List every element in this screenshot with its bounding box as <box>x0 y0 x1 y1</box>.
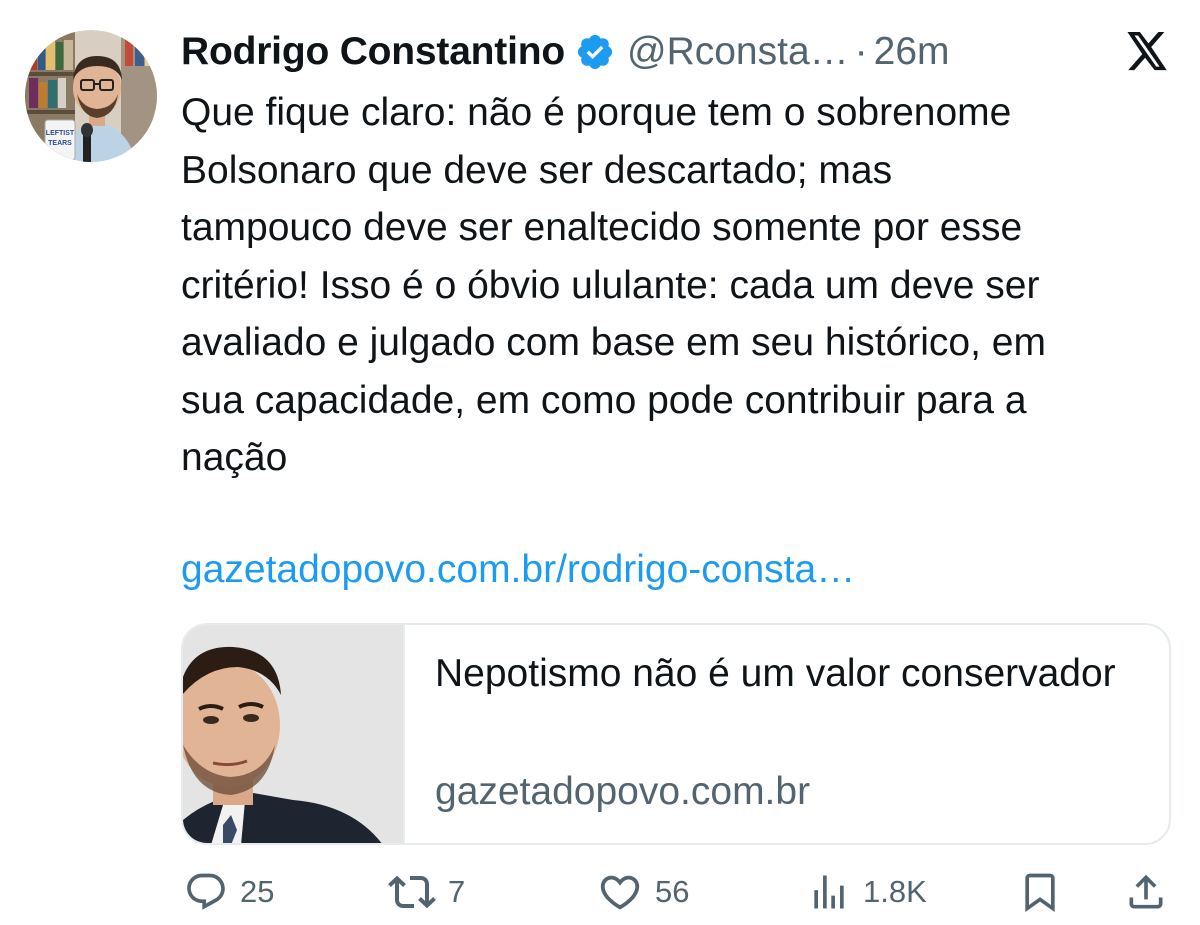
card-thumbnail <box>183 625 405 843</box>
views-count: 1.8K <box>863 874 927 909</box>
tweet-link[interactable]: gazetadopovo.com.br/rodrigo-consta… <box>181 548 855 592</box>
tweet-text-line: tampouco deve ser enaltecido somente por… <box>181 206 1023 249</box>
author-avatar[interactable]: LEFTIST TEARS <box>25 30 157 162</box>
tweet-text-line: Que fique claro: não é porque tem o sobr… <box>181 91 1012 134</box>
tweet-text-line: avaliado e julgado com base em seu histó… <box>181 321 1046 364</box>
author-handle[interactable]: @Rconsta… <box>627 30 849 74</box>
share-button[interactable] <box>1124 862 1168 922</box>
reply-icon <box>184 870 228 914</box>
tweet-text-line: nação <box>181 436 288 479</box>
reply-button[interactable]: 25 <box>184 862 274 922</box>
views-button[interactable]: 1.8K <box>807 862 927 922</box>
tweet-timestamp[interactable]: 26m <box>874 30 950 74</box>
repost-button[interactable]: 7 <box>388 862 465 922</box>
x-logo-icon[interactable] <box>1124 32 1170 72</box>
tweet-action-bar: 25 7 56 1.8K <box>0 862 1200 922</box>
card-title[interactable]: Nepotismo não é um valor conservador <box>435 647 1135 700</box>
bookmark-button[interactable] <box>1018 862 1062 922</box>
separator-dot: · <box>854 30 868 73</box>
like-button[interactable]: 56 <box>597 862 689 922</box>
tweet-text-line: sua capacidade, em como pode contribuir … <box>181 378 1027 422</box>
avatar-mug-text-1: LEFTIST <box>46 130 75 137</box>
tweet-header: Rodrigo Constantino @Rconsta… · 26m <box>181 27 950 77</box>
repost-count: 7 <box>448 874 466 909</box>
heart-icon <box>597 869 643 915</box>
link-preview-card[interactable]: Nepotismo não é um valor conservador gaz… <box>181 623 1171 845</box>
tweet-text-line: Bolsonaro que deve ser descartado; mas <box>181 148 893 192</box>
avatar-mug-text-2: TEARS <box>48 140 72 147</box>
author-name[interactable]: Rodrigo Constantino <box>181 30 565 74</box>
share-icon <box>1124 870 1168 914</box>
verified-badge-icon[interactable] <box>575 32 615 72</box>
tweet-text-line: critério! Isso é o óbvio ululante: cada … <box>181 263 1040 307</box>
like-count: 56 <box>655 874 690 909</box>
card-domain: gazetadopovo.com.br <box>435 770 811 813</box>
reply-count: 25 <box>240 874 275 909</box>
repost-icon <box>388 868 436 916</box>
bookmark-icon <box>1018 870 1062 914</box>
tweet-text: Que fique claro: não é porque tem o sobr… <box>181 84 1181 487</box>
views-icon <box>807 870 851 914</box>
